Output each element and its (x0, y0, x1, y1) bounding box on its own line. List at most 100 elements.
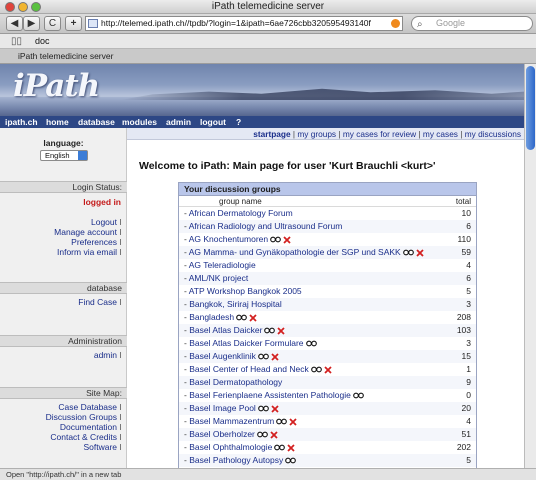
subnav-my-cases[interactable]: my cases (423, 129, 458, 139)
arrow-icon (118, 299, 121, 305)
account-link-inform-via-email[interactable]: Inform via email (57, 247, 121, 257)
account-link-logout[interactable]: Logout (91, 217, 121, 227)
bookmarks-book-icon[interactable]: ▯▯ (11, 36, 22, 47)
view-discussion-glasses-icon[interactable] (257, 431, 268, 438)
arrow-icon (118, 404, 121, 410)
group-link[interactable]: - Basel Ferienplaene Assistenten Patholo… (184, 389, 364, 402)
view-discussion-glasses-icon[interactable] (352, 392, 364, 399)
account-link-manage-account[interactable]: Manage account (54, 227, 121, 237)
subnav-my-groups[interactable]: my groups (297, 129, 336, 139)
remove-group-cross-icon[interactable] (324, 366, 332, 374)
scrollbar-thumb[interactable] (526, 66, 535, 150)
group-link[interactable]: - AG Knochentumoren (184, 233, 291, 246)
back-button[interactable]: ◀ (6, 16, 23, 31)
account-link-preferences[interactable]: Preferences (71, 237, 121, 247)
nav-modules[interactable]: modules (122, 116, 157, 128)
nav-ipath-ch[interactable]: ipath.ch (5, 116, 38, 128)
group-link[interactable]: - Basel Atlas Daicker (184, 324, 286, 337)
group-link[interactable]: - AG Mamma- und Gynäkopathologie der SGP… (184, 246, 424, 259)
remove-group-cross-icon[interactable] (277, 327, 286, 335)
bookmark-doc[interactable]: doc (35, 36, 50, 46)
view-discussion-glasses-icon[interactable] (274, 444, 286, 451)
url-text: http://telemed.ipath.ch//tpdb/?login=1&i… (101, 18, 371, 28)
group-link[interactable]: - African Dermatology Forum (184, 207, 293, 220)
nav-logout[interactable]: logout (200, 116, 226, 128)
group-link[interactable]: - Basel Dermatopathology (184, 376, 282, 389)
remove-group-cross-icon[interactable] (287, 444, 296, 452)
add-bookmark-button[interactable]: + (65, 16, 82, 31)
group-link[interactable]: - Basel Pathology Autopsy (184, 454, 297, 467)
view-discussion-glasses-icon[interactable] (305, 340, 317, 347)
view-discussion-glasses-icon[interactable] (285, 457, 297, 464)
group-row: - Basel Mammazentrum 4 (179, 415, 476, 428)
view-discussion-glasses-icon[interactable] (276, 418, 288, 425)
database-header: database (0, 282, 127, 294)
banner-hills-image (120, 88, 524, 100)
group-link[interactable]: - Bangkok, Siriraj Hospital (184, 298, 282, 311)
group-link[interactable]: - Bangladesh (184, 311, 257, 324)
group-link[interactable]: - African Radiology and Ultrasound Forum (184, 220, 342, 233)
group-total: 5 (466, 455, 471, 465)
group-link[interactable]: - AML/NK project (184, 272, 248, 285)
view-discussion-glasses-icon[interactable] (264, 327, 276, 334)
sitemap-link-discussion-groups[interactable]: Discussion Groups (46, 412, 121, 422)
search-field[interactable]: ⌕ Google (411, 16, 533, 31)
sitemap-link-label: Software (83, 442, 117, 452)
sitemap-link-software[interactable]: Software (83, 442, 121, 452)
ipath-logo[interactable]: iPath (13, 68, 100, 104)
tab-ipath[interactable]: iPath telemedicine server (0, 49, 536, 64)
group-link[interactable]: - ATP Workshop Bangkok 2005 (184, 285, 302, 298)
remove-group-cross-icon[interactable] (416, 249, 424, 257)
subnav-my-discussions[interactable]: my discussions (465, 129, 521, 139)
database-link-find-case[interactable]: Find Case (78, 297, 121, 307)
view-discussion-glasses-icon[interactable] (236, 314, 247, 321)
subnav-startpage[interactable]: startpage (253, 129, 290, 139)
group-link[interactable]: - Basel Image Pool (184, 402, 279, 415)
group-link[interactable]: - Basel Ophthalmologie (184, 441, 296, 454)
rss-icon[interactable] (391, 19, 400, 28)
sitemap-link-contact-credits[interactable]: Contact & Credits (50, 432, 121, 442)
forward-button[interactable]: ▶ (23, 16, 40, 31)
remove-group-cross-icon[interactable] (270, 431, 278, 439)
group-row: - Basel Atlas Daicker Formulare 3 (179, 337, 476, 350)
admin-link-admin[interactable]: admin (94, 350, 121, 360)
sitemap-link-label: Case Database (58, 402, 117, 412)
group-link[interactable]: - Basel Augenklinik (184, 350, 279, 363)
nav-help[interactable]: ? (236, 116, 241, 128)
group-link[interactable]: - Basel Atlas Daicker Formulare (184, 337, 317, 350)
view-discussion-glasses-icon[interactable] (257, 353, 269, 360)
remove-group-cross-icon[interactable] (249, 314, 257, 322)
view-discussion-glasses-icon[interactable] (310, 366, 322, 373)
remove-group-cross-icon[interactable] (271, 405, 279, 413)
group-link[interactable]: - Basel Oberholzer (184, 428, 278, 441)
group-link[interactable]: - Basel Center of Head and Neck (184, 363, 332, 376)
reload-button[interactable]: C (44, 16, 61, 31)
group-total: 5 (466, 286, 471, 296)
bookmarks-bar: ▯▯ doc (0, 34, 536, 49)
view-discussion-glasses-icon[interactable] (257, 405, 269, 412)
language-select[interactable]: English (40, 150, 88, 161)
group-row: - Basel Atlas Daicker 103 (179, 324, 476, 337)
language-value: English (45, 151, 70, 160)
address-bar[interactable]: http://telemed.ipath.ch//tpdb/?login=1&i… (85, 16, 403, 31)
subnav-my-cases-for-review[interactable]: my cases for review (343, 129, 416, 139)
nav-database[interactable]: database (78, 116, 115, 128)
view-discussion-glasses-icon[interactable] (270, 236, 281, 243)
vertical-scrollbar[interactable] (524, 64, 536, 468)
group-total: 1 (466, 364, 471, 374)
nav-home[interactable]: home (46, 116, 69, 128)
remove-group-cross-icon[interactable] (283, 236, 291, 244)
group-total: 208 (456, 312, 471, 322)
remove-group-cross-icon[interactable] (289, 418, 297, 426)
group-link[interactable]: - Basel Mammazentrum (184, 415, 297, 428)
remove-group-cross-icon[interactable] (271, 353, 279, 361)
group-total: 202 (456, 442, 471, 452)
view-discussion-glasses-icon[interactable] (402, 249, 414, 256)
sitemap-link-case-database[interactable]: Case Database (58, 402, 121, 412)
sitemap-link-documentation[interactable]: Documentation (60, 422, 121, 432)
arrow-icon (118, 219, 121, 225)
account-link-label: Inform via email (57, 247, 117, 257)
group-link[interactable]: - AG Teleradiologie (184, 259, 256, 272)
nav-admin[interactable]: admin (166, 116, 191, 128)
arrow-icon (118, 444, 121, 450)
